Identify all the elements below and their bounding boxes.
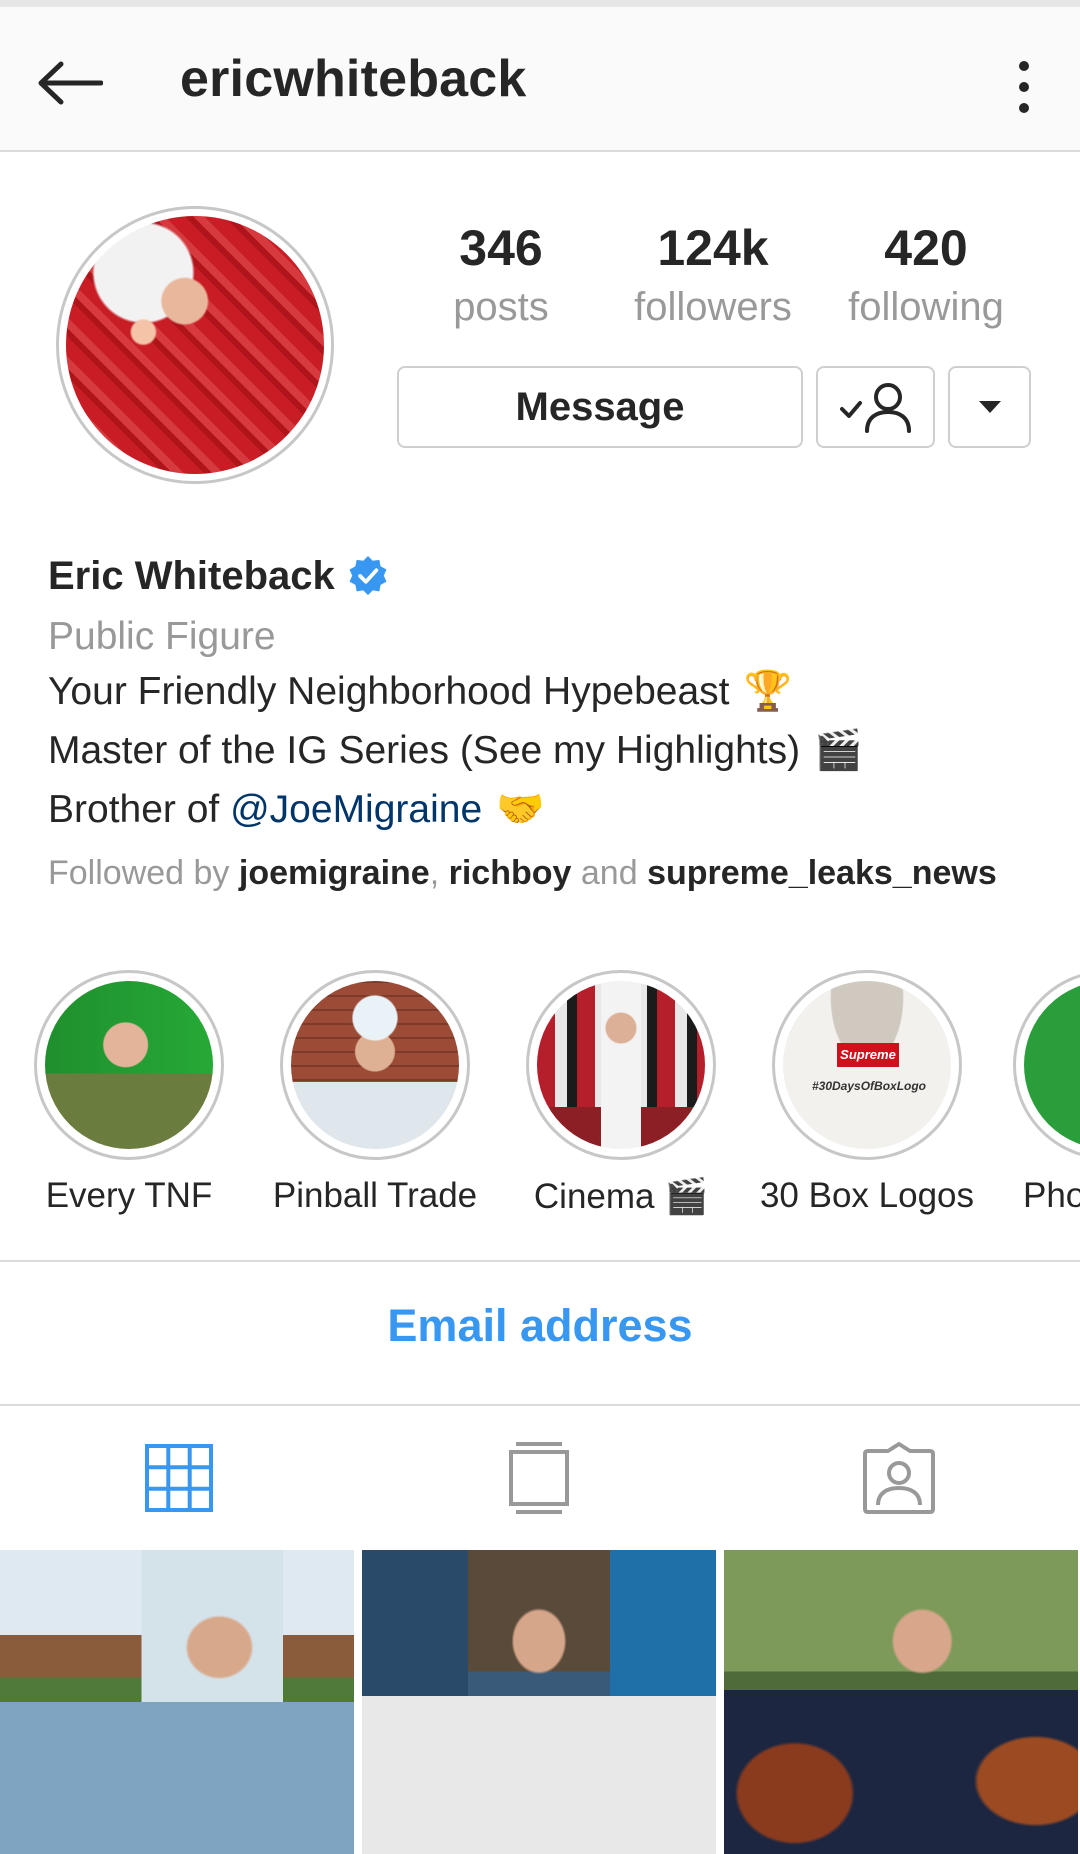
highlight-every-tnf[interactable]: Every TNF xyxy=(29,970,229,1216)
tab-tagged[interactable] xyxy=(849,1438,949,1518)
clapper-emoji-icon: 🎬 xyxy=(664,1177,709,1216)
bio-section: Eric Whiteback Public Figure Your Friend… xyxy=(48,550,1058,897)
following-status-button[interactable] xyxy=(816,366,935,448)
followed-by-text[interactable]: Followed by joemigraine, richboy and sup… xyxy=(48,849,1058,897)
highlight-cover xyxy=(291,981,459,1149)
post-thumbnail[interactable] xyxy=(0,1550,354,1854)
following-count: 420 xyxy=(884,220,968,276)
follower-name[interactable]: joemigraine xyxy=(239,854,430,892)
followers-count: 124k xyxy=(657,220,769,276)
handshake-emoji-icon: 🤝 xyxy=(496,788,545,831)
bio-text-3: Brother of xyxy=(48,788,231,831)
divider xyxy=(0,1404,1080,1406)
display-name-row: Eric Whiteback xyxy=(48,550,1058,602)
tagged-icon xyxy=(863,1442,935,1514)
suggested-dropdown-button[interactable] xyxy=(948,366,1031,448)
category-label: Public Figure xyxy=(48,615,276,658)
bio-line-1: Your Friendly Neighborhood Hypebeast 🏆 xyxy=(48,662,1058,721)
hashtag-text: #30DaysOfBoxLogo xyxy=(811,1079,927,1093)
grid-icon xyxy=(145,1444,213,1512)
highlight-cover: Supreme #30DaysOfBoxLogo xyxy=(783,981,951,1149)
top-bar: ericwhiteback xyxy=(0,7,1080,152)
follower-name[interactable]: richboy xyxy=(449,854,572,892)
highlight-ring xyxy=(526,970,716,1160)
trophy-emoji-icon: 🏆 xyxy=(743,670,793,713)
bio-text-1: Your Friendly Neighborhood Hypebeast xyxy=(48,670,730,713)
dot-icon xyxy=(1019,82,1029,92)
display-name: Eric Whiteback xyxy=(48,553,335,598)
highlight-pinball-trade[interactable]: Pinball Trade xyxy=(272,970,478,1216)
highlight-ring: Supreme #30DaysOfBoxLogo xyxy=(772,970,962,1160)
back-button[interactable] xyxy=(30,47,110,119)
follower-conjunction: and xyxy=(571,854,648,892)
highlight-label: Pho xyxy=(1023,1176,1080,1215)
followed-by-prefix: Followed by xyxy=(48,854,239,892)
highlight-label: 30 Box Logos xyxy=(759,1176,975,1215)
stat-followers[interactable]: 124k followers xyxy=(613,218,813,334)
avatar-image xyxy=(66,216,324,474)
bio-line-2: Master of the IG Series (See my Highligh… xyxy=(48,721,1058,780)
message-button[interactable]: Message xyxy=(397,366,803,448)
mention-link[interactable]: @JoeMigraine xyxy=(230,780,482,839)
user-check-icon xyxy=(839,383,911,433)
divider xyxy=(0,1260,1080,1262)
highlight-cover xyxy=(537,981,705,1149)
highlight-30-box-logos[interactable]: Supreme #30DaysOfBoxLogo 30 Box Logos xyxy=(759,970,975,1216)
followers-label: followers xyxy=(634,285,792,329)
email-address-button[interactable]: Email address xyxy=(0,1300,1080,1352)
highlight-cover xyxy=(45,981,213,1149)
dot-icon xyxy=(1019,103,1029,113)
highlight-cover xyxy=(1024,981,1080,1149)
header-username: ericwhiteback xyxy=(180,50,527,108)
post-thumbnail[interactable] xyxy=(724,1550,1078,1854)
status-strip xyxy=(0,0,1080,7)
tab-grid[interactable] xyxy=(129,1438,229,1518)
bio-text-2: Master of the IG Series (See my Highligh… xyxy=(48,729,801,772)
profile-page: ericwhiteback 346 posts 124k followers 4… xyxy=(0,0,1080,1854)
highlight-label: Cinema 🎬 xyxy=(521,1176,721,1217)
verified-badge-icon xyxy=(349,556,387,596)
feed-icon xyxy=(509,1442,569,1514)
posts-label: posts xyxy=(453,285,549,329)
dot-icon xyxy=(1019,61,1029,71)
stat-posts[interactable]: 346 posts xyxy=(401,218,601,334)
clapper-emoji-icon: 🎬 xyxy=(814,729,863,772)
follower-name[interactable]: supreme_leaks_news xyxy=(647,854,997,892)
profile-avatar[interactable] xyxy=(56,206,334,484)
tab-feed[interactable] xyxy=(489,1438,589,1518)
highlight-ring xyxy=(1013,970,1080,1160)
stat-following[interactable]: 420 following xyxy=(826,218,1026,334)
caret-down-icon xyxy=(978,401,1001,413)
highlight-pho[interactable]: Pho xyxy=(1013,970,1080,1216)
highlight-label-text: Cinema xyxy=(533,1176,655,1216)
highlight-ring xyxy=(280,970,470,1160)
highlight-label: Every TNF xyxy=(45,1176,213,1215)
highlight-cinema[interactable]: Cinema 🎬 xyxy=(521,970,721,1217)
highlight-label: Pinball Trade xyxy=(272,1176,478,1215)
bio-line-3: Brother of @JoeMigraine 🤝 xyxy=(48,780,1058,839)
back-arrow-icon xyxy=(38,61,103,105)
more-options-button[interactable] xyxy=(1000,52,1048,122)
posts-count: 346 xyxy=(459,220,543,276)
follower-separator: , xyxy=(429,854,449,892)
following-label: following xyxy=(848,285,1004,329)
highlight-ring xyxy=(34,970,224,1160)
post-thumbnail[interactable] xyxy=(362,1550,716,1854)
box-logo-text: Supreme xyxy=(837,1043,899,1067)
